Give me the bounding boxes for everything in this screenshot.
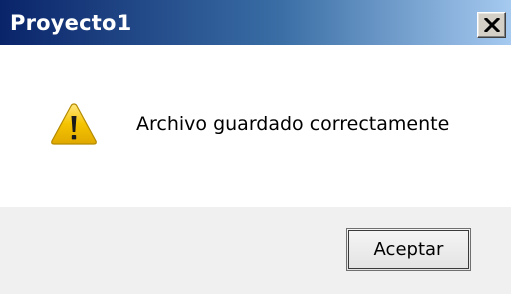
- window-title: Proyecto1: [10, 11, 132, 35]
- message-text: Archivo guardado correctamente: [136, 113, 450, 135]
- warning-icon: [51, 103, 97, 145]
- close-icon: [484, 18, 500, 32]
- ok-button[interactable]: Aceptar: [346, 228, 471, 271]
- message-dialog: Proyecto1 Archivo guardado correctamente…: [0, 0, 511, 294]
- button-bar: Aceptar: [0, 207, 511, 294]
- dialog-content: Archivo guardado correctamente: [0, 45, 511, 207]
- close-button[interactable]: [477, 12, 506, 38]
- title-bar[interactable]: Proyecto1: [0, 0, 511, 45]
